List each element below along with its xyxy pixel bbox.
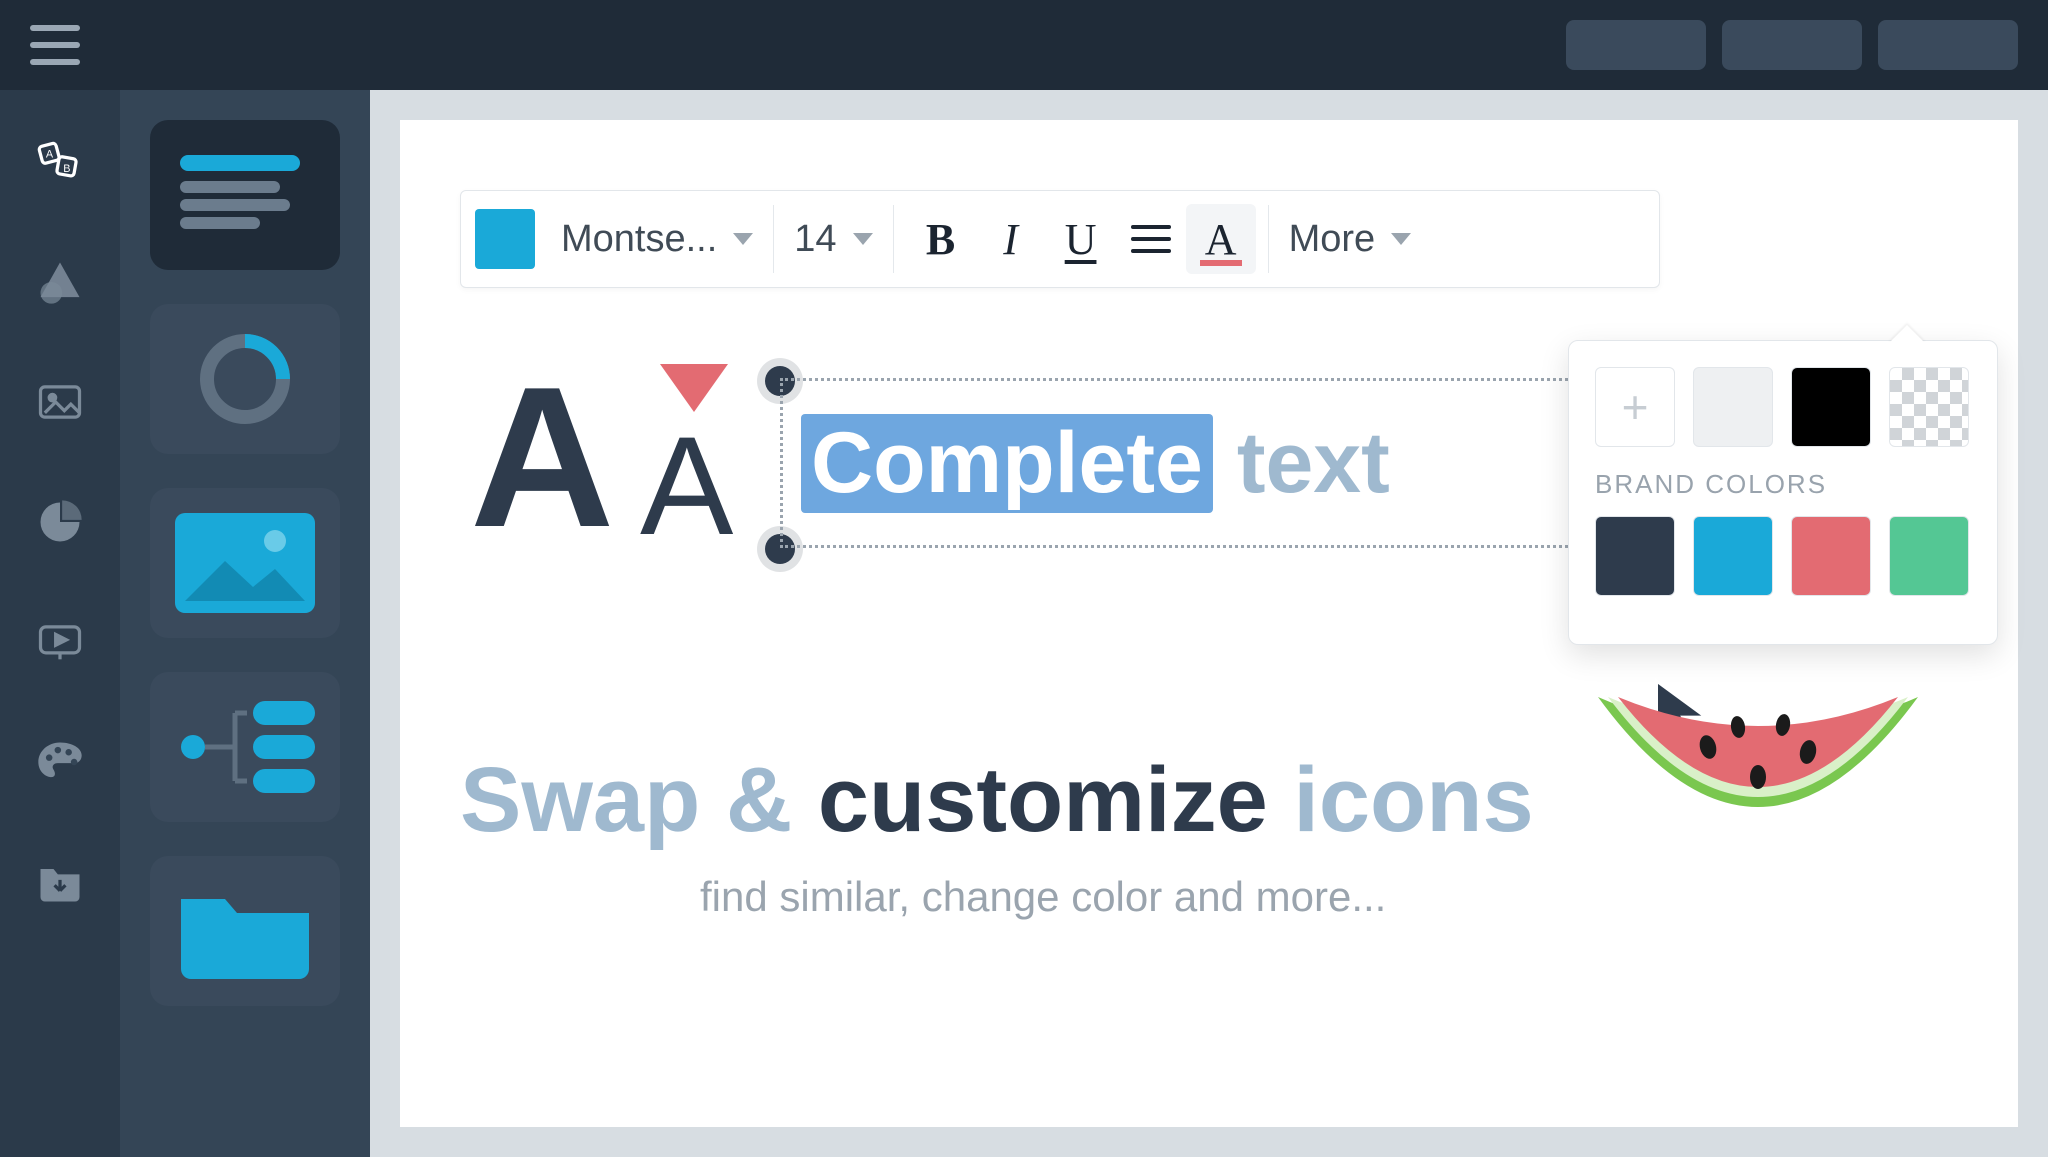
font-picker[interactable]: Montse... <box>553 218 761 261</box>
canvas-area: Montse... 14 B I U <box>370 90 2048 1157</box>
hamburger-menu-icon[interactable] <box>30 25 80 65</box>
small-a-glyph: A <box>640 416 733 556</box>
brand-swatch-mint[interactable] <box>1889 516 1969 596</box>
shape-icon[interactable] <box>28 250 92 314</box>
heading-post: icons <box>1268 749 1534 851</box>
video-icon[interactable] <box>28 610 92 674</box>
swatch-black[interactable] <box>1791 367 1871 447</box>
blocks-icon[interactable]: A B <box>28 130 92 194</box>
chart-icon[interactable] <box>28 490 92 554</box>
big-a-glyph: A <box>470 358 596 558</box>
underline-button[interactable]: U <box>1046 204 1116 274</box>
svg-text:A: A <box>46 149 54 161</box>
block-list[interactable] <box>150 672 340 822</box>
block-text[interactable] <box>150 120 340 270</box>
chevron-down-icon <box>853 233 873 245</box>
font-size-value: 14 <box>794 218 836 261</box>
caret-triangle-icon <box>660 364 728 412</box>
download-folder-icon[interactable] <box>28 850 92 914</box>
font-size-picker[interactable]: 14 <box>786 218 880 261</box>
fill-color-swatch[interactable] <box>475 209 535 269</box>
topbar-button-3[interactable] <box>1878 20 2018 70</box>
tool-rail: A B <box>0 90 120 1157</box>
topbar-button-2[interactable] <box>1722 20 1862 70</box>
topbar <box>0 0 2048 90</box>
bold-button[interactable]: B <box>906 204 976 274</box>
brand-swatch-cyan[interactable] <box>1693 516 1773 596</box>
swatch-transparent[interactable] <box>1889 367 1969 447</box>
svg-text:B: B <box>63 163 70 175</box>
topbar-button-1[interactable] <box>1566 20 1706 70</box>
subheading: find similar, change color and more... <box>460 873 1958 921</box>
chevron-down-icon <box>1391 233 1411 245</box>
italic-button[interactable]: I <box>976 204 1046 274</box>
brand-swatch-coral[interactable] <box>1791 516 1871 596</box>
font-name: Montse... <box>561 218 717 261</box>
color-popover: + BRAND COLORS <box>1568 340 1998 645</box>
image-icon[interactable] <box>28 370 92 434</box>
unselected-text: text <box>1237 414 1390 513</box>
more-button[interactable]: More <box>1281 218 1420 261</box>
add-color-swatch[interactable]: + <box>1595 367 1675 447</box>
block-folder[interactable] <box>150 856 340 1006</box>
watermelon-icon[interactable] <box>1578 657 1938 877</box>
block-image[interactable] <box>150 488 340 638</box>
heading-pre: Swap & <box>460 749 818 851</box>
text-color-button[interactable]: A <box>1186 204 1256 274</box>
block-panel <box>120 90 370 1157</box>
block-ring[interactable] <box>150 304 340 454</box>
text-selection-box[interactable]: Complete text <box>780 378 1580 548</box>
canvas[interactable]: Montse... 14 B I U <box>400 120 2018 1127</box>
text-toolbar: Montse... 14 B I U <box>460 190 1660 288</box>
brand-colors-label: BRAND COLORS <box>1595 469 1971 500</box>
swatch-light[interactable] <box>1693 367 1773 447</box>
more-label: More <box>1289 218 1376 261</box>
recent-colors-row: + <box>1595 367 1971 447</box>
brand-swatch-navy[interactable] <box>1595 516 1675 596</box>
topbar-actions <box>1566 20 2018 70</box>
heading-strong: customize <box>818 749 1268 851</box>
align-button[interactable] <box>1116 204 1186 274</box>
palette-icon[interactable] <box>28 730 92 794</box>
brand-colors-row <box>1595 516 1971 596</box>
chevron-down-icon <box>733 233 753 245</box>
selected-text: Complete <box>801 414 1213 513</box>
